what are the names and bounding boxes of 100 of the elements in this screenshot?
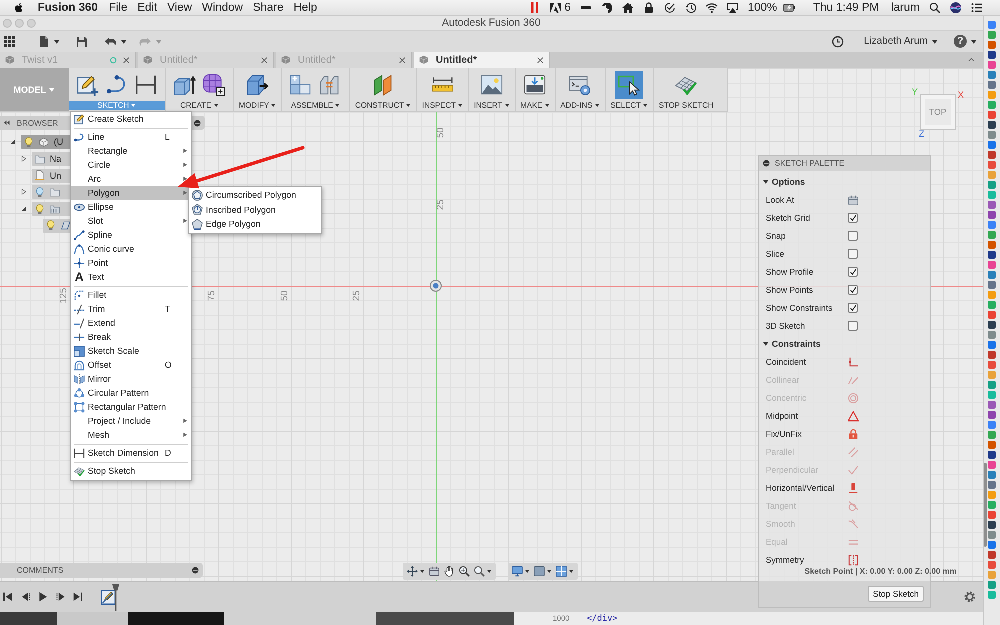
menu-item[interactable]: Point — [71, 256, 191, 270]
caret-icon[interactable] — [547, 569, 552, 574]
apple-logo-icon[interactable] — [14, 2, 25, 14]
menu-item[interactable]: Offset O — [71, 358, 191, 372]
calendar-icon[interactable] — [429, 566, 440, 577]
caret-icon[interactable] — [569, 569, 574, 574]
menu-item[interactable]: Sketch Dimension D — [71, 446, 191, 460]
constraint-button[interactable]: Horizontal/Vertical — [766, 482, 859, 494]
menu-item[interactable]: Slot — [71, 214, 191, 228]
expand-triangle-icon[interactable] — [21, 156, 27, 162]
select-cursor-icon[interactable] — [615, 70, 644, 98]
menu-bar-item[interactable]: Share — [253, 2, 284, 14]
house-icon[interactable] — [622, 2, 634, 14]
menu-icon[interactable] — [971, 2, 983, 14]
menu-item[interactable]: Fillet — [71, 288, 191, 302]
user-menu[interactable]: larum — [891, 2, 920, 14]
close-icon[interactable] — [261, 56, 268, 64]
menu-item[interactable]: Rectangular Pattern — [71, 400, 191, 414]
light-bulb-icon[interactable] — [24, 136, 34, 148]
section-header[interactable]: Options — [759, 173, 930, 191]
zoom-icon[interactable] — [459, 566, 470, 577]
checkbox[interactable] — [848, 303, 858, 313]
monitor-icon[interactable] — [512, 566, 523, 577]
light-bulb-icon[interactable] — [35, 204, 45, 215]
app-menu[interactable]: Fusion 360 — [38, 2, 98, 14]
extrude-icon[interactable] — [174, 74, 196, 96]
step-forward-icon[interactable] — [56, 592, 66, 602]
script-gear-icon[interactable] — [569, 74, 592, 96]
help-button[interactable]: ? — [954, 35, 967, 48]
constraint-button[interactable]: Symmetry — [766, 554, 859, 566]
shaded-square-icon[interactable] — [534, 566, 545, 577]
submenu-item[interactable]: Edge Polygon — [189, 217, 321, 232]
caret-icon[interactable] — [487, 569, 492, 574]
light-bulb-icon[interactable] — [35, 186, 45, 198]
caret-icon[interactable] — [54, 38, 60, 44]
save-icon[interactable] — [76, 36, 88, 48]
submenu-item[interactable]: Inscribed Polygon — [189, 202, 321, 217]
checkbox[interactable] — [848, 267, 858, 277]
scrollbar-thumb[interactable] — [984, 463, 987, 547]
menu-item[interactable]: Trim T — [71, 302, 191, 316]
menu-bar-item[interactable]: File — [109, 2, 128, 14]
menu-bar-item[interactable]: Edit — [138, 2, 158, 14]
menu-item[interactable]: Sketch Scale — [71, 344, 191, 358]
pin-icon[interactable] — [763, 160, 770, 167]
elephant-icon[interactable] — [600, 2, 613, 14]
caret-icon[interactable] — [420, 569, 425, 574]
menu-bar-clock[interactable]: Thu 1:49 PM — [813, 2, 880, 14]
caret-icon[interactable] — [525, 569, 530, 574]
constraint-button[interactable]: Coincident — [766, 356, 859, 368]
file-icon[interactable] — [38, 36, 50, 48]
grid-icon[interactable] — [556, 566, 567, 577]
menu-item[interactable]: Project / Include — [71, 414, 191, 428]
checkbox[interactable] — [848, 321, 858, 331]
menu-bar-item[interactable]: Help — [294, 2, 318, 14]
menu-item[interactable]: Break — [71, 330, 191, 344]
clock-icon[interactable] — [832, 36, 844, 48]
checkbox[interactable] — [848, 249, 858, 259]
light-bulb-icon[interactable] — [46, 220, 56, 232]
printer-icon[interactable] — [524, 74, 546, 96]
close-icon[interactable] — [123, 56, 130, 64]
submenu-item[interactable]: Circumscribed Polygon — [189, 188, 321, 202]
caret-icon[interactable] — [971, 38, 977, 44]
menu-item[interactable]: Polygon — [71, 186, 191, 200]
caret-icon[interactable] — [121, 38, 127, 44]
settings-icon[interactable] — [964, 591, 976, 603]
pause-bars-icon[interactable] — [528, 2, 541, 14]
checkbox[interactable] — [848, 231, 858, 241]
constraint-button[interactable]: Midpoint — [766, 410, 859, 422]
search-icon[interactable] — [929, 2, 941, 14]
chevron-up-icon[interactable] — [967, 57, 976, 63]
magnifier-icon[interactable] — [474, 566, 485, 577]
apps-grid-icon[interactable] — [4, 36, 16, 48]
hand-icon[interactable] — [444, 566, 455, 577]
document-tab[interactable]: Untitled* — [414, 52, 550, 68]
menu-item[interactable]: Stop Sketch — [71, 464, 191, 478]
airplay-icon[interactable] — [726, 2, 739, 14]
menu-bar-item[interactable]: View — [167, 2, 192, 14]
menu-item[interactable]: Spline — [71, 228, 191, 242]
close-icon[interactable] — [399, 56, 406, 64]
menu-item[interactable]: Circular Pattern — [71, 386, 191, 400]
dimension-tool-icon[interactable] — [135, 74, 157, 96]
calendar-icon[interactable] — [848, 194, 859, 206]
checkbox[interactable] — [848, 213, 858, 223]
pin-icon[interactable] — [194, 120, 201, 126]
pin-icon[interactable] — [192, 567, 199, 574]
user-menu-button[interactable]: Lizabeth Arum — [864, 36, 938, 47]
stop-sketch-button[interactable]: Stop Sketch — [868, 586, 924, 602]
expand-triangle-icon[interactable] — [10, 139, 16, 146]
orbit-icon[interactable] — [407, 566, 418, 577]
parts-icon[interactable] — [319, 74, 342, 96]
menu-item[interactable]: Mesh — [71, 428, 191, 442]
form-grid-icon[interactable] — [203, 74, 225, 96]
menu-item[interactable]: A Text — [71, 270, 191, 284]
line-tool-icon[interactable] — [106, 74, 128, 96]
planes-icon[interactable] — [372, 74, 394, 96]
timeline-marker-icon[interactable] — [112, 584, 120, 611]
sketch-feature-icon[interactable] — [100, 590, 116, 604]
menu-bar-item[interactable]: Window — [202, 2, 244, 14]
menu-item[interactable]: Ellipse — [71, 200, 191, 214]
checkbox[interactable] — [848, 285, 858, 295]
